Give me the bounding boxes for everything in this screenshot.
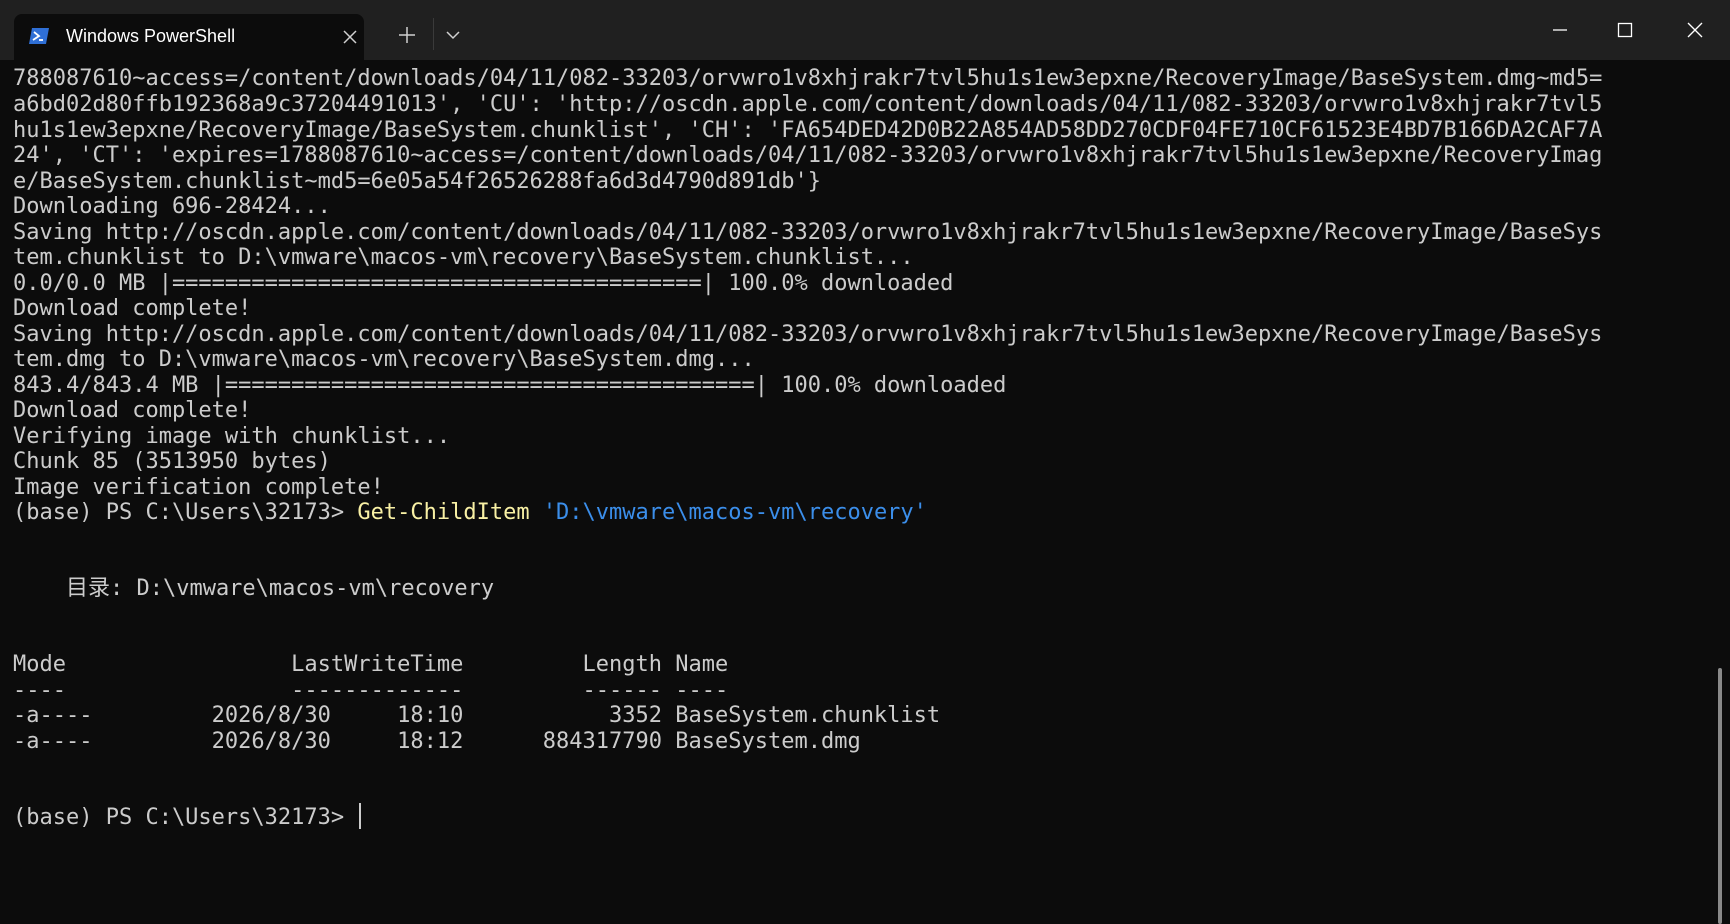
output-line: a6bd02d80ffb192368a9c37204491013', 'CU':… (13, 92, 1603, 117)
tab-title: Windows PowerShell (66, 26, 236, 46)
output-line: Downloading 696-28424... (13, 194, 331, 219)
chevron-down-icon[interactable] (440, 22, 466, 48)
close-window-button[interactable] (1670, 12, 1720, 48)
table-row: -a---- 2026/8/30 18:10 3352 BaseSystem.c… (13, 703, 941, 728)
progress-line: 0.0/0.0 MB |============================… (13, 271, 954, 296)
close-icon (1687, 22, 1703, 38)
prompt: (base) PS C:\Users\32173> (13, 500, 358, 525)
output-line: Image verification complete! (13, 475, 384, 500)
tab-close-icon[interactable] (340, 27, 360, 47)
maximize-button[interactable] (1600, 12, 1650, 48)
output-line: 788087610~access=/content/downloads/04/1… (13, 66, 1603, 91)
prompt: (base) PS C:\Users\32173> (13, 805, 358, 830)
scrollbar[interactable] (1718, 668, 1722, 924)
command-line: (base) PS C:\Users\32173> Get-ChildItem … (13, 499, 927, 527)
output-line: 24', 'CT': 'expires=1788087610~access=/c… (13, 143, 1603, 168)
output-line: Chunk 85 (3513950 bytes) (13, 449, 331, 474)
output-line: Download complete! (13, 296, 252, 321)
minimize-icon (1553, 29, 1567, 31)
output-line: Saving http://oscdn.apple.com/content/do… (13, 322, 1603, 347)
tab-separator (433, 18, 434, 50)
tab-windows-powershell[interactable]: Windows PowerShell (14, 14, 364, 60)
output-line: tem.dmg to D:\vmware\macos-vm\recovery\B… (13, 347, 755, 372)
minimize-button[interactable] (1535, 12, 1585, 48)
new-tab-plus-icon[interactable] (392, 22, 422, 48)
maximize-icon (1617, 22, 1633, 38)
output-line: tem.chunklist to D:\vmware\macos-vm\reco… (13, 245, 914, 270)
directory-heading: 目录: D:\vmware\macos-vm\recovery (13, 576, 495, 601)
progress-line: 843.4/843.4 MB |========================… (13, 373, 1007, 398)
output-line: e/BaseSystem.chunklist~md5=6e05a54f26526… (13, 169, 821, 194)
table-divider: ---- ------------- ------ ---- (13, 678, 729, 703)
input-line[interactable]: (base) PS C:\Users\32173> (13, 803, 362, 831)
cursor (359, 803, 362, 829)
command-argument: 'D:\vmware\macos-vm\recovery' (542, 500, 927, 525)
title-bar: Windows PowerShell (0, 0, 1730, 60)
output-line: Saving http://oscdn.apple.com/content/do… (13, 220, 1603, 245)
table-row: -a---- 2026/8/30 18:12 884317790 BaseSys… (13, 729, 861, 754)
table-header: Mode LastWriteTime Length Name (13, 652, 729, 677)
output-line: Download complete! (13, 398, 252, 423)
powershell-icon (28, 25, 50, 47)
terminal-output[interactable]: 788087610~access=/content/downloads/04/1… (0, 60, 1710, 924)
command: Get-ChildItem (357, 500, 530, 525)
output-line: hu1s1ew3epxne/RecoveryImage/BaseSystem.c… (13, 118, 1603, 143)
output-line: Verifying image with chunklist... (13, 424, 451, 449)
